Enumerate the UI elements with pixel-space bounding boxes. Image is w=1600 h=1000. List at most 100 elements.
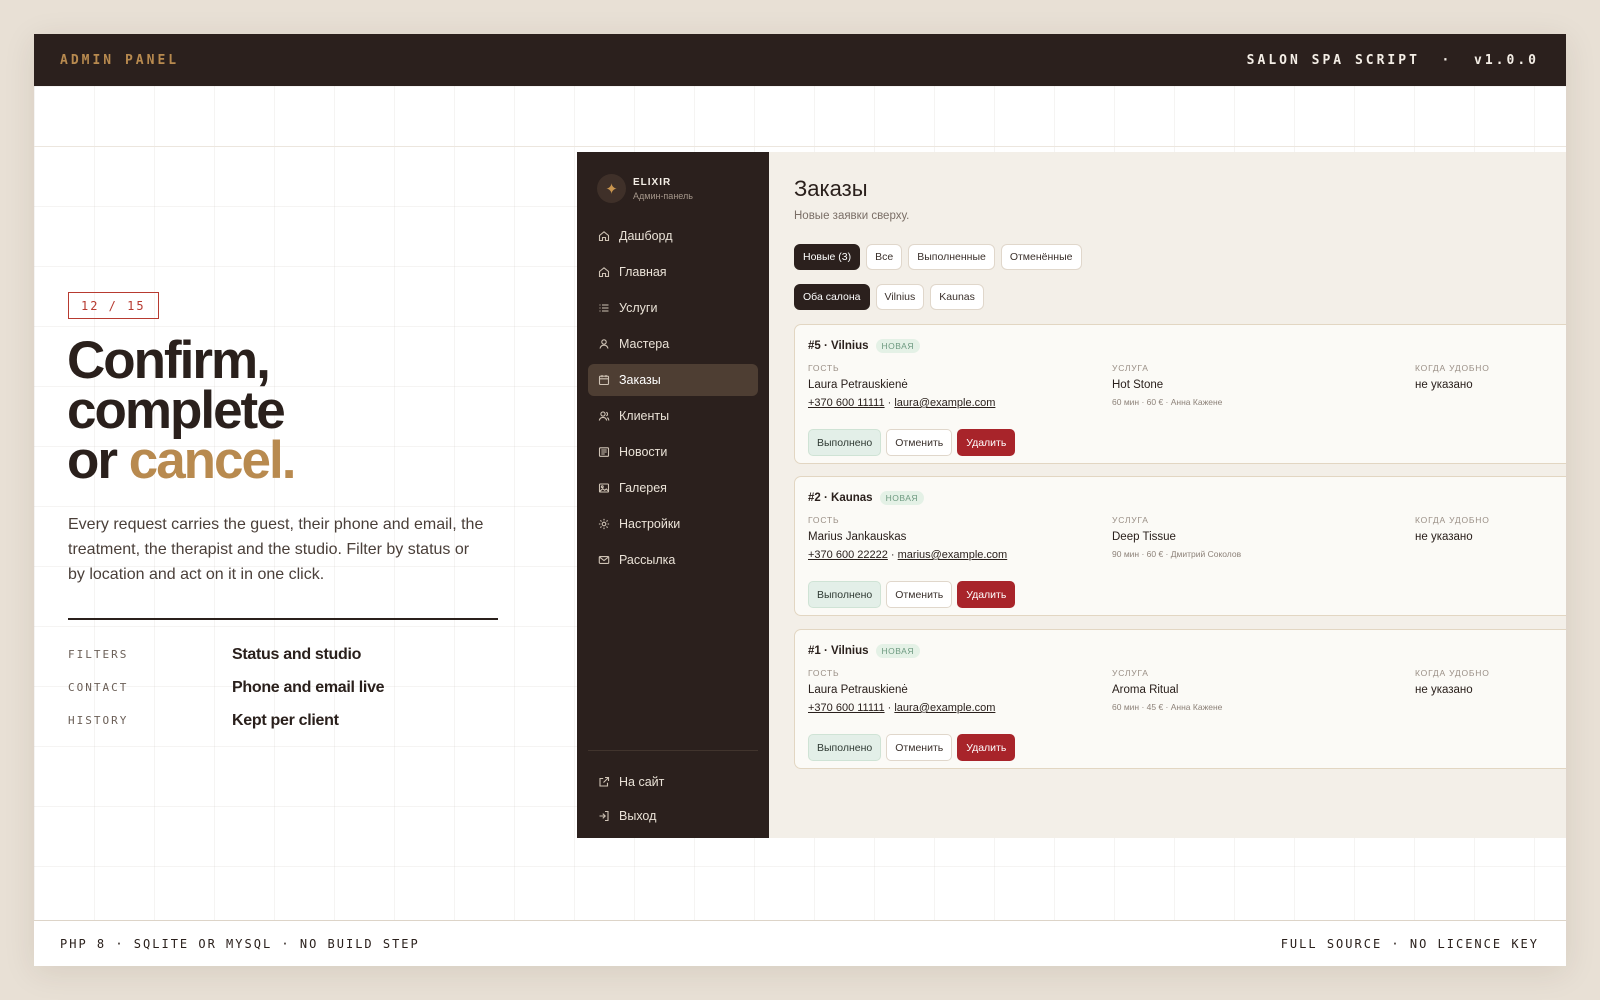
rule [68, 618, 498, 620]
guest-column: ГОСТЬ Laura Petrauskienė +370 600 11111 … [808, 668, 996, 714]
cancel-order-button[interactable]: Отменить [886, 429, 953, 456]
user-icon [598, 338, 610, 350]
when-label: КОГДА УДОБНО [1415, 515, 1490, 525]
fact-row: FILTERS Status and studio [68, 638, 498, 671]
sidebar-item-news[interactable]: Новости [588, 436, 758, 468]
sidebar-item-dashboard[interactable]: Дашборд [588, 220, 758, 252]
sidebar-item-home[interactable]: Главная [588, 256, 758, 288]
sidebar-item-label: Услуги [619, 301, 658, 315]
delete-order-button[interactable]: Удалить [957, 429, 1016, 456]
headline: Confirm, complete or cancel. [67, 334, 296, 487]
when-value: не указано [1415, 684, 1473, 696]
fact-row: CONTACT Phone and email live [68, 671, 498, 704]
sidebar-item-label: Заказы [619, 373, 661, 387]
sidebar-item-clients[interactable]: Клиенты [588, 400, 758, 432]
when-value: не указано [1415, 379, 1473, 391]
sidebar-item-label: Мастера [619, 337, 670, 351]
cancel-order-button[interactable]: Отменить [886, 734, 953, 761]
sidebar-item-label: Рассылка [619, 553, 676, 567]
footer-licence: FULL SOURCE · NO LICENCE KEY [1280, 936, 1539, 951]
footer: PHP 8 · SQLITE OR MYSQL · NO BUILD STEP … [34, 920, 1566, 966]
guest-name: Marius Jankauskas [808, 531, 907, 543]
service-name: Aroma Ritual [1112, 684, 1179, 696]
guest-label: ГОСТЬ [808, 515, 840, 525]
sidebar-item-label: Настройки [619, 517, 681, 531]
email-link[interactable]: laura@example.com [894, 397, 995, 409]
mail-icon [598, 554, 610, 566]
filter-status-cancelled[interactable]: Отменённые [1000, 244, 1082, 270]
gear-icon [598, 518, 610, 530]
headline-accent: cancel. [128, 431, 297, 490]
sidebar-item-label: Галерея [619, 481, 667, 495]
when-label: КОГДА УДОБНО [1415, 668, 1490, 678]
phone-link[interactable]: +370 600 11111 [808, 397, 885, 409]
when-label: КОГДА УДОБНО [1415, 363, 1490, 373]
status-badge: НОВАЯ [875, 339, 920, 353]
fact-value: Status and studio [232, 645, 362, 663]
home-icon [598, 230, 610, 242]
filter-location-vilnius[interactable]: Vilnius [875, 284, 925, 310]
filter-status-completed[interactable]: Выполненные [908, 244, 995, 270]
order-id: #5 · Vilnius [808, 340, 869, 352]
list-icon [598, 302, 610, 314]
when-value: не указано [1415, 531, 1473, 543]
mark-done-button[interactable]: Выполнено [808, 734, 882, 761]
page-subtitle: Новые заявки сверху. [794, 210, 910, 222]
when-column: КОГДА УДОБНО не указано [1415, 515, 1490, 543]
lede-paragraph: Every request carries the guest, their p… [68, 516, 484, 583]
when-column: КОГДА УДОБНО не указано [1415, 668, 1490, 696]
phone-link[interactable]: +370 600 11111 [808, 702, 885, 714]
fact-key: HISTORY [68, 714, 129, 727]
order-id: #1 · Vilnius [808, 645, 869, 657]
service-label: УСЛУГА [1112, 363, 1149, 373]
sidebar-item-masters[interactable]: Мастера [588, 328, 758, 360]
service-meta: 60 мин · 45 € · Анна Кажене [1112, 702, 1223, 712]
fact-row: HISTORY Kept per client [68, 704, 498, 737]
cancel-order-button[interactable]: Отменить [886, 581, 953, 608]
phone-link[interactable]: +370 600 22222 [808, 549, 888, 561]
status-badge: НОВАЯ [875, 644, 920, 658]
delete-order-button[interactable]: Удалить [957, 581, 1016, 608]
slide-frame: ADMIN PANEL SALON SPA SCRIPT · v1.0.0 12… [34, 34, 1566, 966]
sidebar-item-label: Дашборд [619, 229, 673, 243]
admin-app-window: ✦ ELIXIR Админ-панель Дашборд Главная Ус [577, 152, 1566, 838]
top-bar-label: ADMIN PANEL [60, 52, 180, 68]
fact-key: FILTERS [68, 648, 129, 661]
sidebar-item-label: На сайт [619, 775, 665, 789]
mark-done-button[interactable]: Выполнено [808, 581, 882, 608]
guest-label: ГОСТЬ [808, 363, 840, 373]
fact-value: Phone and email live [232, 678, 385, 696]
service-name: Deep Tissue [1112, 531, 1176, 543]
sidebar-item-mailing[interactable]: Рассылка [588, 544, 758, 576]
brand[interactable]: ✦ ELIXIR Админ-панель [597, 174, 693, 203]
sidebar-item-logout[interactable]: Выход [588, 800, 758, 832]
users-icon [598, 410, 610, 422]
sidebar-item-settings[interactable]: Настройки [588, 508, 758, 540]
sidebar-bottom-nav: На сайт Выход [588, 766, 758, 834]
mark-done-button[interactable]: Выполнено [808, 429, 882, 456]
sidebar-item-to-site[interactable]: На сайт [588, 766, 758, 798]
top-bar: ADMIN PANEL SALON SPA SCRIPT · v1.0.0 [34, 34, 1566, 86]
filter-status-all[interactable]: Все [866, 244, 903, 270]
fact-key: CONTACT [68, 681, 129, 694]
sidebar-item-services[interactable]: Услуги [588, 292, 758, 324]
top-bar-product: SALON SPA SCRIPT · v1.0.0 [1246, 52, 1539, 68]
newspaper-icon [598, 446, 610, 458]
sidebar-divider [588, 750, 758, 751]
page-title: Заказы [794, 176, 868, 201]
email-link[interactable]: marius@example.com [898, 549, 1008, 561]
sidebar-item-orders[interactable]: Заказы [588, 364, 758, 396]
filter-status-new[interactable]: Новые (3) [794, 244, 861, 270]
sidebar-item-gallery[interactable]: Галерея [588, 472, 758, 504]
home-icon [598, 266, 610, 278]
brand-logo-icon: ✦ [597, 174, 626, 203]
delete-order-button[interactable]: Удалить [957, 734, 1016, 761]
calendar-icon [598, 374, 610, 386]
filter-location-both[interactable]: Оба салона [794, 284, 870, 310]
external-link-icon [598, 776, 610, 788]
when-column: КОГДА УДОБНО не указано [1415, 363, 1490, 391]
guest-name: Laura Petrauskienė [808, 379, 908, 391]
email-link[interactable]: laura@example.com [894, 702, 995, 714]
service-column: УСЛУГА Deep Tissue 90 мин · 60 € · Дмитр… [1112, 515, 1241, 559]
filter-location-kaunas[interactable]: Kaunas [930, 284, 984, 310]
